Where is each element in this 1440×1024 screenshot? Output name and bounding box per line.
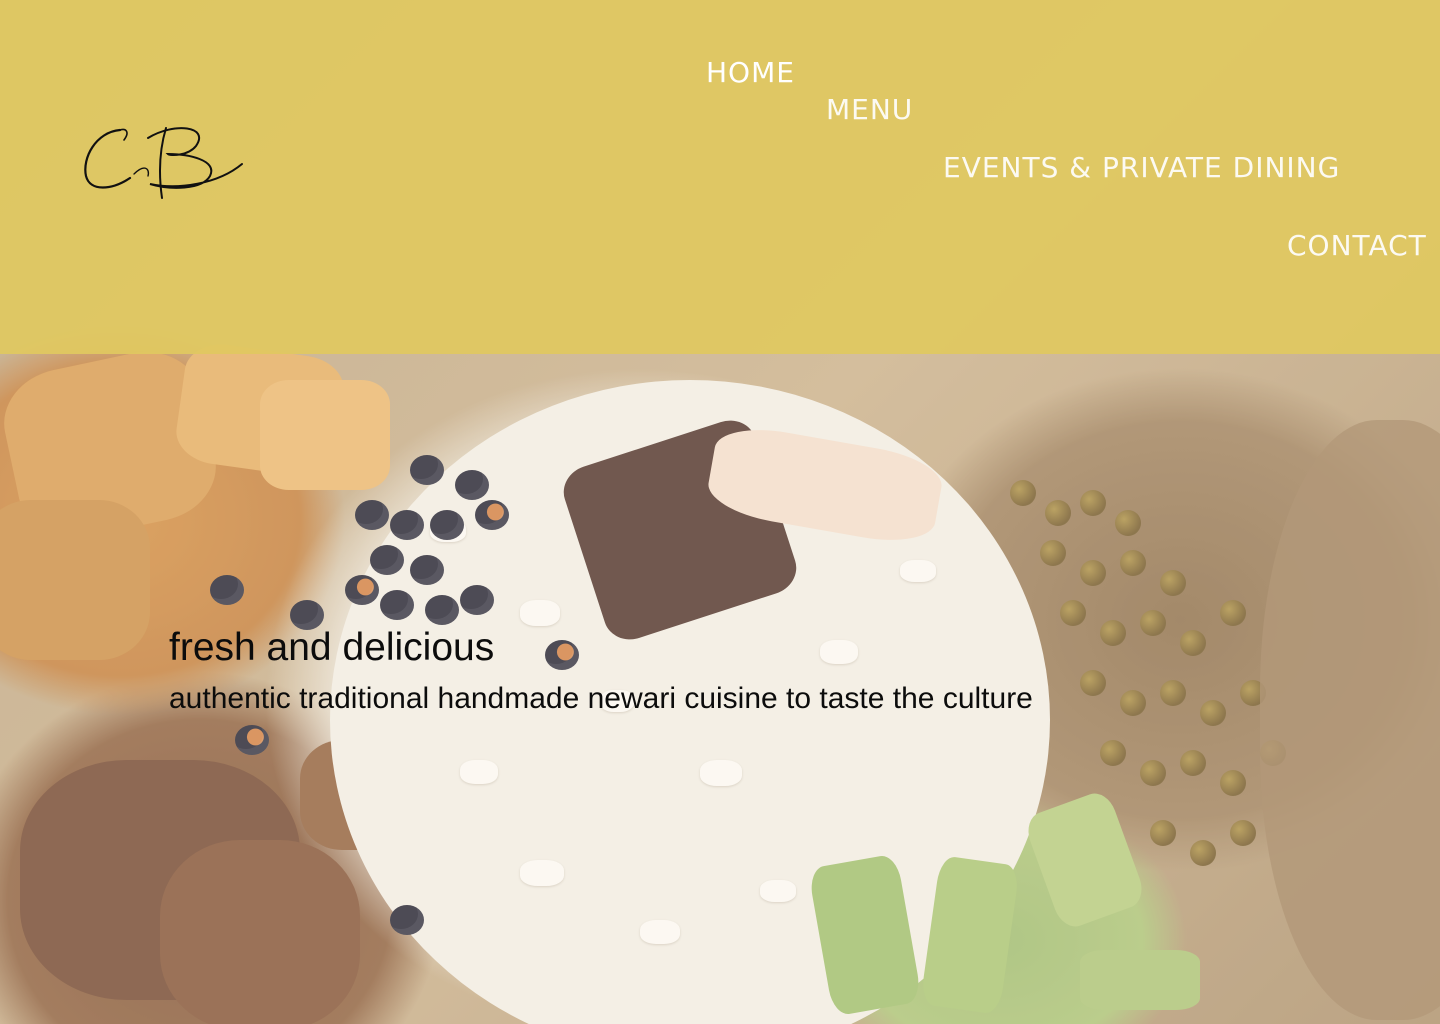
nav-contact-link[interactable]: CONTACT [1287, 229, 1427, 262]
nav-home-link[interactable]: HOME [706, 56, 795, 89]
site-header: HOME MENU EVENTS & PRIVATE DINING CONTAC… [0, 0, 1440, 354]
cb-signature-logo-icon[interactable] [78, 118, 248, 208]
hero-title: fresh and delicious [169, 626, 495, 669]
page: HOME MENU EVENTS & PRIVATE DINING CONTAC… [0, 0, 1440, 1024]
nav-events-private-dining-link[interactable]: EVENTS & PRIVATE DINING [943, 151, 1340, 184]
nav-menu-link[interactable]: MENU [826, 93, 913, 126]
hero-subtitle: authentic traditional handmade newari cu… [169, 682, 1033, 715]
